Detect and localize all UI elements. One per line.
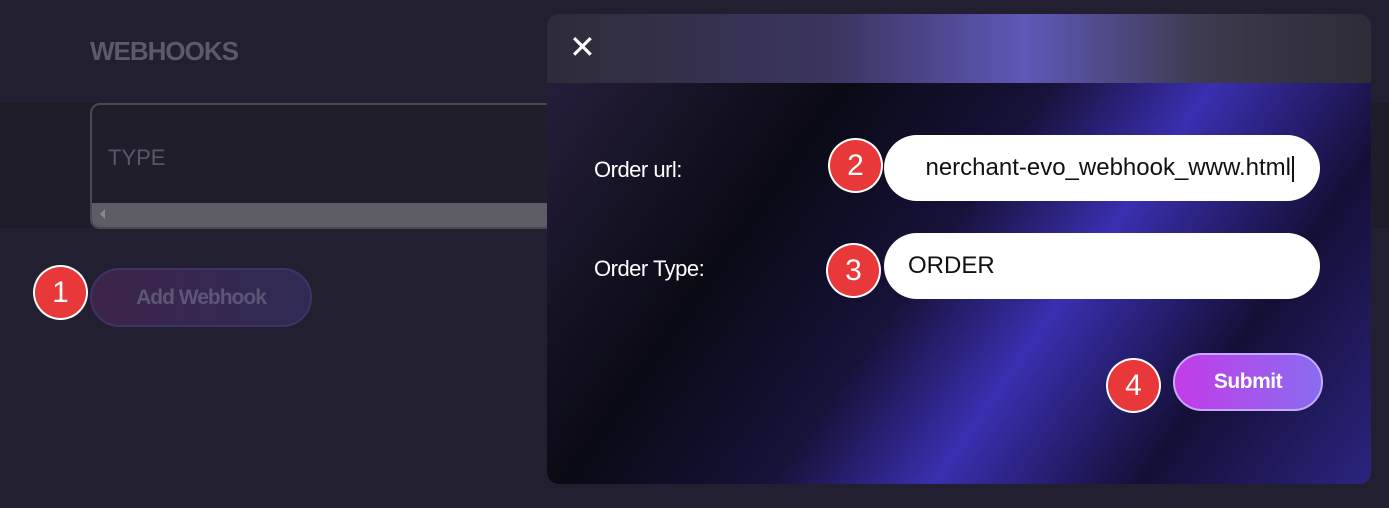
order-type-input[interactable]: ORDER — [884, 233, 1320, 299]
add-webhook-modal: ✕ Order url: nerchant-evo_webhook_www.ht… — [547, 14, 1371, 484]
order-type-value: ORDER — [908, 252, 995, 279]
order-type-label: Order Type: — [594, 256, 705, 281]
column-header-type: TYPE — [108, 145, 166, 170]
step-badge-2: 2 — [830, 140, 881, 191]
submit-button[interactable]: Submit — [1173, 353, 1323, 411]
order-url-label: Order url: — [594, 157, 682, 182]
step-badge-1: 1 — [35, 267, 86, 318]
order-url-input[interactable]: nerchant-evo_webhook_www.html — [884, 135, 1320, 201]
page-title: WEBHOOKS — [90, 36, 239, 66]
text-caret — [1292, 155, 1294, 182]
step-badge-4: 4 — [1108, 360, 1159, 411]
close-icon[interactable]: ✕ — [569, 31, 596, 63]
add-webhook-button[interactable]: Add Webhook — [90, 268, 312, 327]
order-url-value: nerchant-evo_webhook_www.html — [925, 154, 1291, 181]
modal-header: ✕ — [547, 14, 1371, 83]
scroll-left-arrow-icon[interactable] — [100, 209, 105, 219]
step-badge-3: 3 — [828, 245, 879, 296]
